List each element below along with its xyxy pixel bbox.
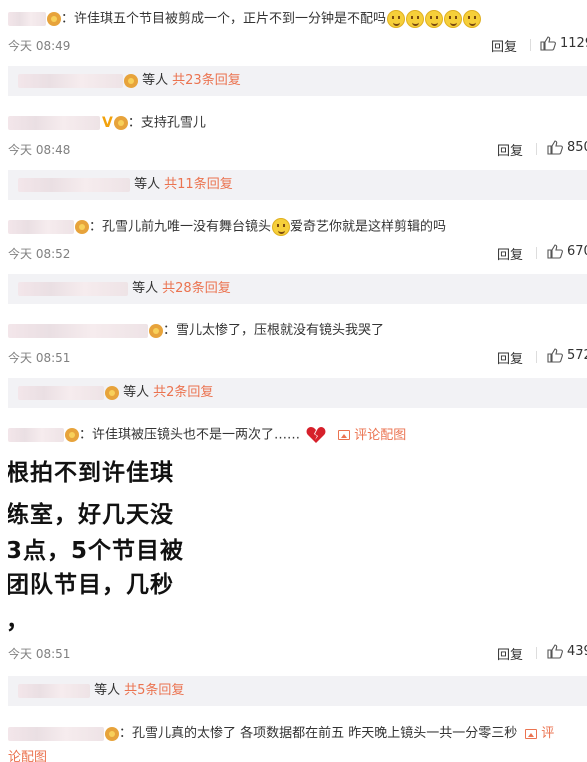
image-text-line: 根拍不到许佳琪 [8, 460, 174, 486]
vip-badge-icon [105, 726, 119, 741]
sub-replies-bar[interactable]: 等人 共5条回复 [8, 676, 587, 706]
username-blurred[interactable] [8, 12, 46, 26]
comment-text: ：支持孔雪儿 [127, 115, 206, 131]
reply-button[interactable]: 回复 [491, 36, 517, 55]
thumbs-up-icon [547, 348, 563, 363]
like-button[interactable]: 1129 [540, 36, 587, 51]
comment-image[interactable]: 根拍不到许佳琪 练室，好几天没 3点，5个节目被 团队节目，几秒 ， [8, 452, 192, 638]
username-blurred [18, 385, 104, 400]
sub-replies-bar[interactable]: 等人 共23条回复 [8, 66, 587, 96]
reply-count-link[interactable]: 共23条回复 [172, 73, 241, 88]
comment-text: ：孔雪儿前九唯一没有舞台镜头 [89, 219, 272, 235]
image-icon [338, 430, 351, 440]
smiley-emoji-icon [463, 10, 482, 28]
thumbs-up-icon [540, 36, 556, 51]
username-blurred[interactable] [8, 726, 104, 741]
like-count: 572 [567, 348, 587, 363]
like-count: 850 [567, 140, 587, 155]
reply-count-link[interactable]: 共11条回复 [164, 177, 233, 192]
username-blurred [18, 177, 130, 192]
broken-heart-icon [306, 427, 326, 443]
vip-badge-icon [75, 220, 89, 234]
image-text-line: ， [8, 608, 30, 634]
sub-label: 等人 [134, 177, 161, 192]
sub-label: 等人 [142, 73, 169, 88]
sub-label: 等人 [94, 683, 121, 698]
vip-badge-icon [65, 428, 79, 442]
like-button[interactable]: 850 [547, 140, 587, 155]
comment-time: 今天 08:51 [8, 351, 71, 365]
reply-count-link[interactable]: 共2条回复 [153, 385, 213, 400]
divider [530, 39, 531, 51]
sub-label: 等人 [132, 281, 159, 296]
comment-time: 今天 08:48 [8, 143, 71, 157]
username-blurred[interactable] [8, 428, 64, 442]
sub-replies-bar[interactable]: 等人 共11条回复 [8, 170, 587, 200]
smiley-emoji-icon [272, 218, 291, 236]
sub-label: 等人 [123, 385, 150, 400]
pic-link-label: 评论配图 [354, 427, 407, 443]
smiley-emoji-icon [387, 10, 406, 28]
vip-badge-icon [105, 385, 119, 400]
thumbs-up-icon [547, 244, 563, 259]
image-text-line: 团队节目，几秒 [8, 572, 174, 598]
sub-replies-bar[interactable]: 等人 共2条回复 [8, 378, 587, 408]
image-text-line: 练室，好几天没 [8, 502, 174, 528]
divider [536, 647, 537, 659]
reply-button[interactable]: 回复 [497, 644, 523, 663]
comment-text: ：许佳琪被压镜头也不是一两次了…… [79, 427, 301, 443]
username-blurred [18, 281, 128, 296]
sub-replies-bar[interactable]: 等人 共28条回复 [8, 274, 587, 304]
vip-badge-icon [124, 73, 138, 88]
comment-image-link[interactable]: 评 [525, 726, 554, 741]
reply-button[interactable]: 回复 [497, 140, 523, 159]
like-button[interactable]: 572 [547, 348, 587, 363]
username-blurred[interactable] [8, 323, 148, 338]
image-icon [525, 728, 538, 739]
reply-count-link[interactable]: 共5条回复 [124, 683, 184, 698]
divider [536, 143, 537, 155]
reply-button[interactable]: 回复 [497, 244, 523, 263]
comment-text: ：雪儿太惨了，压根就没有镜头我哭了 [163, 323, 385, 338]
username-blurred [18, 73, 123, 88]
comment-text-cont: 爱奇艺你就是这样剪辑的吗 [290, 219, 447, 235]
username-blurred[interactable] [8, 220, 74, 234]
vip-badge-icon [113, 116, 128, 130]
smiley-emoji-icon [406, 10, 425, 28]
comment-time: 今天 08:52 [8, 247, 71, 261]
like-button[interactable]: 670 [547, 244, 587, 259]
like-count: 670 [567, 244, 587, 259]
vip-badge-icon [47, 12, 61, 26]
thumbs-up-icon [547, 140, 563, 155]
pic-link-label: 评 [541, 726, 555, 741]
thumbs-up-icon [547, 644, 563, 659]
comment-time: 今天 08:51 [8, 647, 71, 661]
vip-badge-icon [149, 323, 163, 338]
divider [536, 247, 537, 259]
comment-image-link[interactable]: 评论配图 [338, 428, 406, 443]
like-button[interactable]: 439 [547, 644, 587, 659]
smiley-emoji-icon [425, 10, 444, 28]
comment-time: 今天 08:49 [8, 39, 71, 53]
pic-link-label-cont[interactable]: 论配图 [8, 749, 47, 762]
comment-text: ：许佳琪五个节目被剪成一个，正片不到一分钟是不配吗 [61, 11, 387, 27]
comment-text: ：孔雪儿真的太惨了 各项数据都在前五 昨天晚上镜头一共一分零三秒 [119, 726, 518, 741]
reply-count-link[interactable]: 共28条回复 [162, 281, 231, 296]
username-blurred [18, 683, 90, 698]
like-count: 439 [567, 644, 587, 659]
reply-button[interactable]: 回复 [497, 348, 523, 367]
image-text-line: 3点，5个节目被 [8, 538, 185, 564]
divider [536, 351, 537, 363]
username-blurred[interactable] [8, 116, 100, 130]
smiley-emoji-icon [444, 10, 463, 28]
like-count: 1129 [560, 36, 587, 51]
v-verified-icon: V [102, 115, 113, 131]
